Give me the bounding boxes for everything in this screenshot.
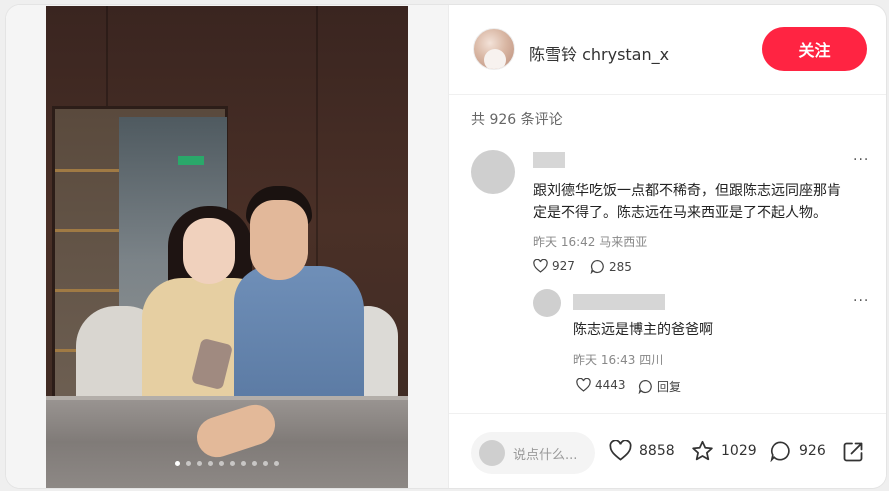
heart-icon [609, 440, 632, 461]
image-dot[interactable] [186, 461, 191, 466]
image-dot[interactable] [274, 461, 279, 466]
detail-panel: 陈雪铃 chrystan_x 关注 共 926 条评论 ··· 跟刘德华吃饭一点… [449, 5, 886, 488]
comment-reply-button[interactable]: 285 [590, 259, 632, 274]
image-dot[interactable] [241, 461, 246, 466]
author-name[interactable]: 陈雪铃 chrystan_x [529, 41, 669, 65]
like-button[interactable]: 8858 [609, 440, 675, 461]
reply-like-button[interactable]: 4443 [576, 378, 626, 392]
image-dot[interactable] [197, 461, 202, 466]
comments-count: 共 926 条评论 [471, 112, 563, 128]
comment-bubble-icon [590, 259, 604, 274]
reply-label: 回复 [657, 380, 682, 394]
comment-avatar[interactable] [471, 150, 515, 194]
comment-like-count: 927 [552, 259, 575, 273]
comment-item: ··· 跟刘德华吃饭一点都不稀奇，但跟陈志远同座那肯 定是不得了。陈志远在马来西… [449, 140, 886, 280]
image-dot[interactable] [230, 461, 235, 466]
post-detail-card: 陈雪铃 chrystan_x 关注 共 926 条评论 ··· 跟刘德华吃饭一点… [6, 5, 886, 488]
author-header: 陈雪铃 chrystan_x 关注 [449, 5, 886, 95]
comment-username[interactable] [533, 152, 565, 168]
comment-text-line-2: 定是不得了。陈志远在马来西亚是了不起人物。 [533, 205, 827, 221]
media-panel [6, 5, 449, 488]
image-dot[interactable] [208, 461, 213, 466]
comment-count: 926 [799, 443, 826, 459]
reply-item: ··· 陈志远是博主的爸爸啊 昨天 16:43 四川 4443 回复 [449, 285, 886, 395]
comment-input-placeholder: 说点什么... [513, 448, 578, 463]
like-count: 8858 [639, 442, 675, 459]
comment-reply-count: 285 [609, 259, 632, 274]
more-dots-icon[interactable]: ··· [853, 152, 869, 168]
comment-bubble-icon [770, 441, 790, 462]
reply-meta: 昨天 16:43 四川 [573, 353, 664, 367]
star-icon [692, 440, 713, 461]
post-photo[interactable] [46, 6, 408, 488]
comment-like-button[interactable]: 927 [533, 259, 575, 273]
share-button[interactable] [841, 440, 865, 468]
reply-avatar[interactable] [533, 289, 561, 317]
comment-text-line-1: 跟刘德华吃饭一点都不稀奇，但跟陈志远同座那肯 [533, 183, 841, 199]
image-dot[interactable] [175, 461, 180, 466]
image-dot[interactable] [252, 461, 257, 466]
comment-meta: 昨天 16:42 马来西亚 [533, 235, 648, 249]
collect-count: 1029 [721, 443, 757, 459]
current-user-avatar [479, 440, 505, 466]
comment-bubble-icon [638, 379, 652, 394]
more-dots-icon[interactable]: ··· [853, 293, 869, 309]
reply-text: 陈志远是博主的爸爸啊 [573, 322, 713, 338]
image-dot[interactable] [219, 461, 224, 466]
reply-like-count: 4443 [595, 378, 626, 392]
image-dot[interactable] [263, 461, 268, 466]
comment-button[interactable]: 926 [769, 440, 826, 462]
reply-button[interactable]: 回复 [638, 378, 681, 395]
reply-username[interactable] [573, 294, 665, 310]
share-icon [843, 442, 863, 462]
heart-icon [533, 259, 548, 273]
follow-button[interactable]: 关注 [762, 27, 867, 71]
image-pagination-dots[interactable] [46, 461, 408, 466]
comment-input[interactable]: 说点什么... [471, 432, 595, 474]
collect-button[interactable]: 1029 [691, 440, 757, 462]
heart-icon [576, 378, 591, 392]
author-avatar[interactable] [473, 28, 515, 70]
bottom-action-bar: 说点什么... 8858 1029 926 [449, 413, 886, 488]
